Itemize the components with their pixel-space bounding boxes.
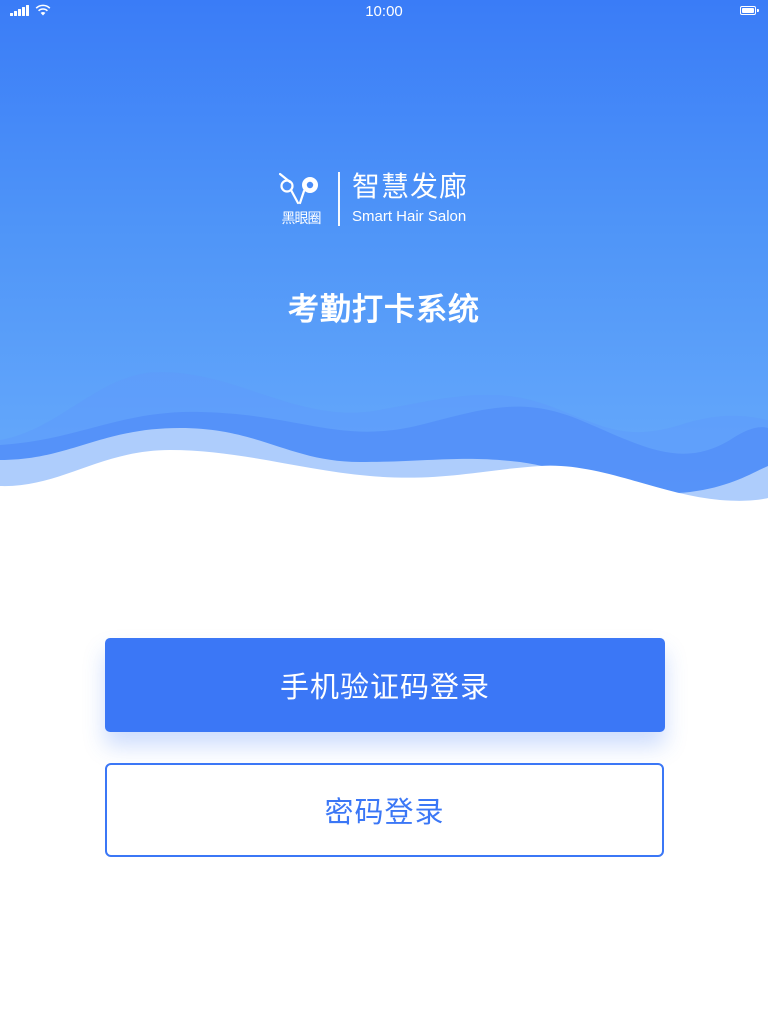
page-title: 考勤打卡系统 [288, 292, 480, 328]
brand-name: 智慧发廊 Smart Hair Salon [352, 171, 468, 227]
brand-divider [338, 172, 340, 226]
sms-login-button[interactable]: 手机验证码登录 [105, 638, 665, 732]
hero-banner: 10:00 黑眼圈 智慧发廊 Smart Hair Salon 考勤打卡系统 [0, 0, 768, 510]
brand-lockup: 黑眼圈 智慧发廊 Smart Hair Salon [276, 168, 468, 230]
brand-name-cn: 智慧发廊 [352, 170, 469, 203]
wave-decoration [0, 372, 768, 510]
brand-name-en: Smart Hair Salon [352, 208, 467, 225]
battery-icon [740, 6, 759, 15]
status-time: 10:00 [365, 3, 403, 20]
password-login-button[interactable]: 密码登录 [105, 763, 664, 857]
scissors-comb-logo-icon: 黑眼圈 [276, 170, 326, 228]
logo-text: 黑眼圈 [281, 211, 322, 227]
status-bar: 10:00 [0, 0, 768, 22]
